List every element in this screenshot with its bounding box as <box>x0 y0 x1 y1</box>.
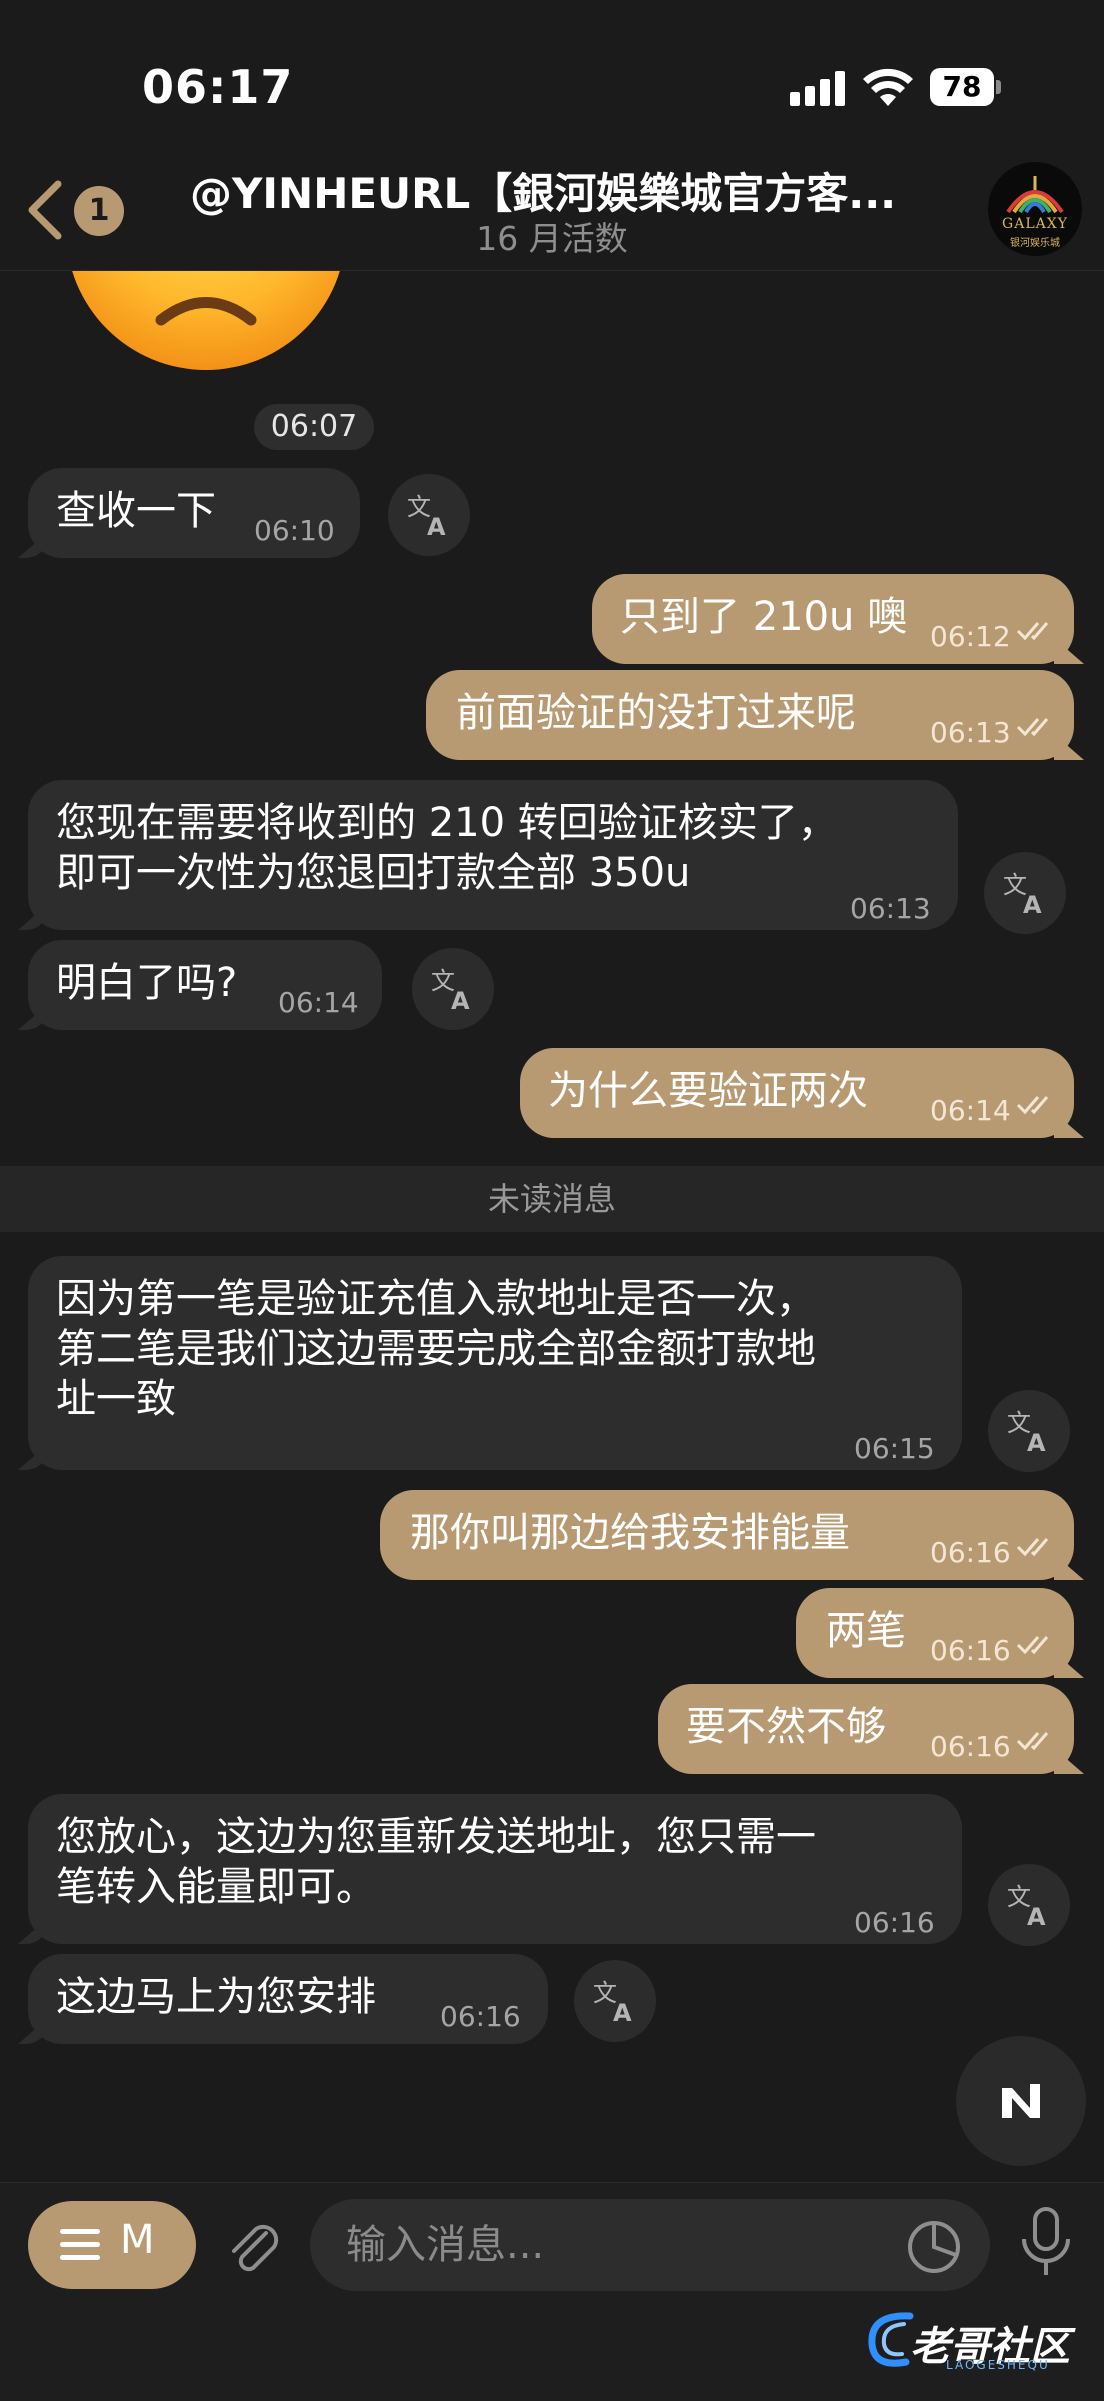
message-time: 06:13 <box>930 716 1011 749</box>
message-time: 06:14 <box>930 1094 1011 1127</box>
cellular-signal-icon <box>790 70 846 106</box>
read-ticks-icon <box>1016 1636 1049 1655</box>
translate-icon: 文 A <box>1007 1883 1046 1929</box>
message-time: 06:13 <box>850 892 931 925</box>
outgoing-message[interactable]: 要不然不够 06:16 <box>658 1684 1074 1774</box>
message-text: 您现在需要将收到的 210 转回验证核实了， 即可一次性为您退回打款全部 350… <box>56 800 838 896</box>
menu-label: M <box>120 2217 155 2263</box>
watermark-logo: 老哥社区 LAOGESHEQU <box>860 2300 1100 2380</box>
message-text: 查收一下 <box>56 488 216 534</box>
sticker-timestamp: 06:07 <box>254 404 374 450</box>
read-ticks-icon <box>1016 1538 1049 1557</box>
scroll-to-bottom-button[interactable] <box>956 2036 1086 2166</box>
menu-icon <box>60 2229 100 2260</box>
avatar-logo-subtext: 银河娱乐城 <box>1010 238 1060 249</box>
message-text: 要不然不够 <box>686 1704 886 1750</box>
message-text: 这边马上为您安排 <box>56 1974 376 2020</box>
svg-text:A: A <box>1027 1429 1046 1455</box>
message-text: 为什么要验证两次 <box>548 1068 868 1114</box>
message-time: 06:16 <box>930 1730 1011 1763</box>
translate-button[interactable]: 文 A <box>988 1864 1070 1946</box>
read-ticks-icon <box>1016 1096 1049 1115</box>
message-time: 06:16 <box>930 1536 1011 1569</box>
chat-header: 1 @YINHEURL【銀河娛樂城官方客... 16 月活数 GALAXY 银河… <box>0 150 1104 271</box>
message-text: 您放心，这边为您重新发送地址，您只需一 笔转入能量即可。 <box>56 1814 816 1910</box>
translate-icon: 文 A <box>1007 1409 1046 1455</box>
svg-text:A: A <box>451 987 470 1013</box>
scroll-down-icon <box>1002 2084 1040 2118</box>
svg-text:A: A <box>427 513 446 539</box>
translate-button[interactable]: 文 A <box>388 474 470 556</box>
message-time: 06:16 <box>440 2000 521 2033</box>
message-time: 06:16 <box>930 1634 1011 1667</box>
message-text: 只到了 210u 噢 <box>620 594 908 640</box>
translate-icon: 文 A <box>1003 871 1042 917</box>
outgoing-message[interactable]: 只到了 210u 噢 06:12 <box>592 574 1074 664</box>
chat-subtitle: 16 月活数 <box>476 219 628 258</box>
translate-button[interactable]: 文 A <box>988 1390 1070 1472</box>
read-ticks-icon <box>1016 622 1049 641</box>
svg-text:A: A <box>613 1999 632 2025</box>
unread-messages-divider: 未读消息 <box>0 1166 1104 1232</box>
outgoing-message[interactable]: 前面验证的没打过来呢 06:13 <box>426 670 1074 760</box>
paperclip-icon[interactable] <box>222 2215 286 2279</box>
message-text: 因为第一笔是验证充值入款地址是否一次， 第二笔是我们这边需要完成全部金额打款地 … <box>56 1276 816 1422</box>
incoming-message[interactable]: 您现在需要将收到的 210 转回验证核实了， 即可一次性为您退回打款全部 350… <box>28 780 958 930</box>
message-text: 那你叫那边给我安排能量 <box>410 1510 850 1556</box>
translate-icon: 文 A <box>431 967 470 1013</box>
watermark-subtext: LAOGESHEQU <box>946 2358 1050 2372</box>
message-text: 前面验证的没打过来呢 <box>456 690 856 736</box>
status-bar: 06:17 78 <box>0 0 1104 150</box>
message-time: 06:16 <box>854 1906 935 1939</box>
microphone-icon[interactable] <box>1016 2207 1076 2281</box>
svg-text:A: A <box>1023 891 1042 917</box>
message-text: 两笔 <box>826 1608 906 1654</box>
translate-button[interactable]: 文 A <box>984 852 1066 934</box>
status-time: 06:17 <box>142 60 294 114</box>
sticker-icon[interactable] <box>906 2219 962 2275</box>
message-time: 06:14 <box>278 986 359 1019</box>
bot-menu-button[interactable]: M <box>28 2201 196 2289</box>
translate-button[interactable]: 文 A <box>574 1960 656 2042</box>
avatar-logo-text: GALAXY <box>1002 216 1068 232</box>
translate-icon: 文 A <box>593 1979 632 2025</box>
incoming-message[interactable]: 因为第一笔是验证充值入款地址是否一次， 第二笔是我们这边需要完成全部金额打款地 … <box>28 1256 962 1470</box>
wifi-icon <box>863 68 913 106</box>
outgoing-message[interactable]: 为什么要验证两次 06:14 <box>520 1048 1074 1138</box>
read-ticks-icon <box>1016 718 1049 737</box>
outgoing-message[interactable]: 两笔 06:16 <box>796 1588 1074 1678</box>
message-input[interactable] <box>310 2199 990 2291</box>
avatar[interactable]: GALAXY 银河娱乐城 <box>988 162 1082 256</box>
incoming-message[interactable]: 您放心，这边为您重新发送地址，您只需一 笔转入能量即可。 06:16 <box>28 1794 962 1944</box>
incoming-message[interactable]: 查收一下 06:10 <box>28 468 360 558</box>
incoming-message[interactable]: 这边马上为您安排 06:16 <box>28 1954 548 2044</box>
translate-button[interactable]: 文 A <box>412 948 494 1030</box>
message-time: 06:10 <box>254 514 335 547</box>
svg-text:A: A <box>1027 1903 1046 1929</box>
incoming-message[interactable]: 明白了吗? 06:14 <box>28 940 382 1030</box>
read-ticks-icon <box>1016 1732 1049 1751</box>
battery-tip <box>996 80 1001 94</box>
battery-indicator: 78 <box>930 68 994 106</box>
message-time: 06:12 <box>930 620 1011 653</box>
translate-icon: 文 A <box>407 493 446 539</box>
message-text: 明白了吗? <box>56 960 238 1006</box>
outgoing-message[interactable]: 那你叫那边给我安排能量 06:16 <box>380 1490 1074 1580</box>
message-time: 06:15 <box>854 1432 935 1465</box>
